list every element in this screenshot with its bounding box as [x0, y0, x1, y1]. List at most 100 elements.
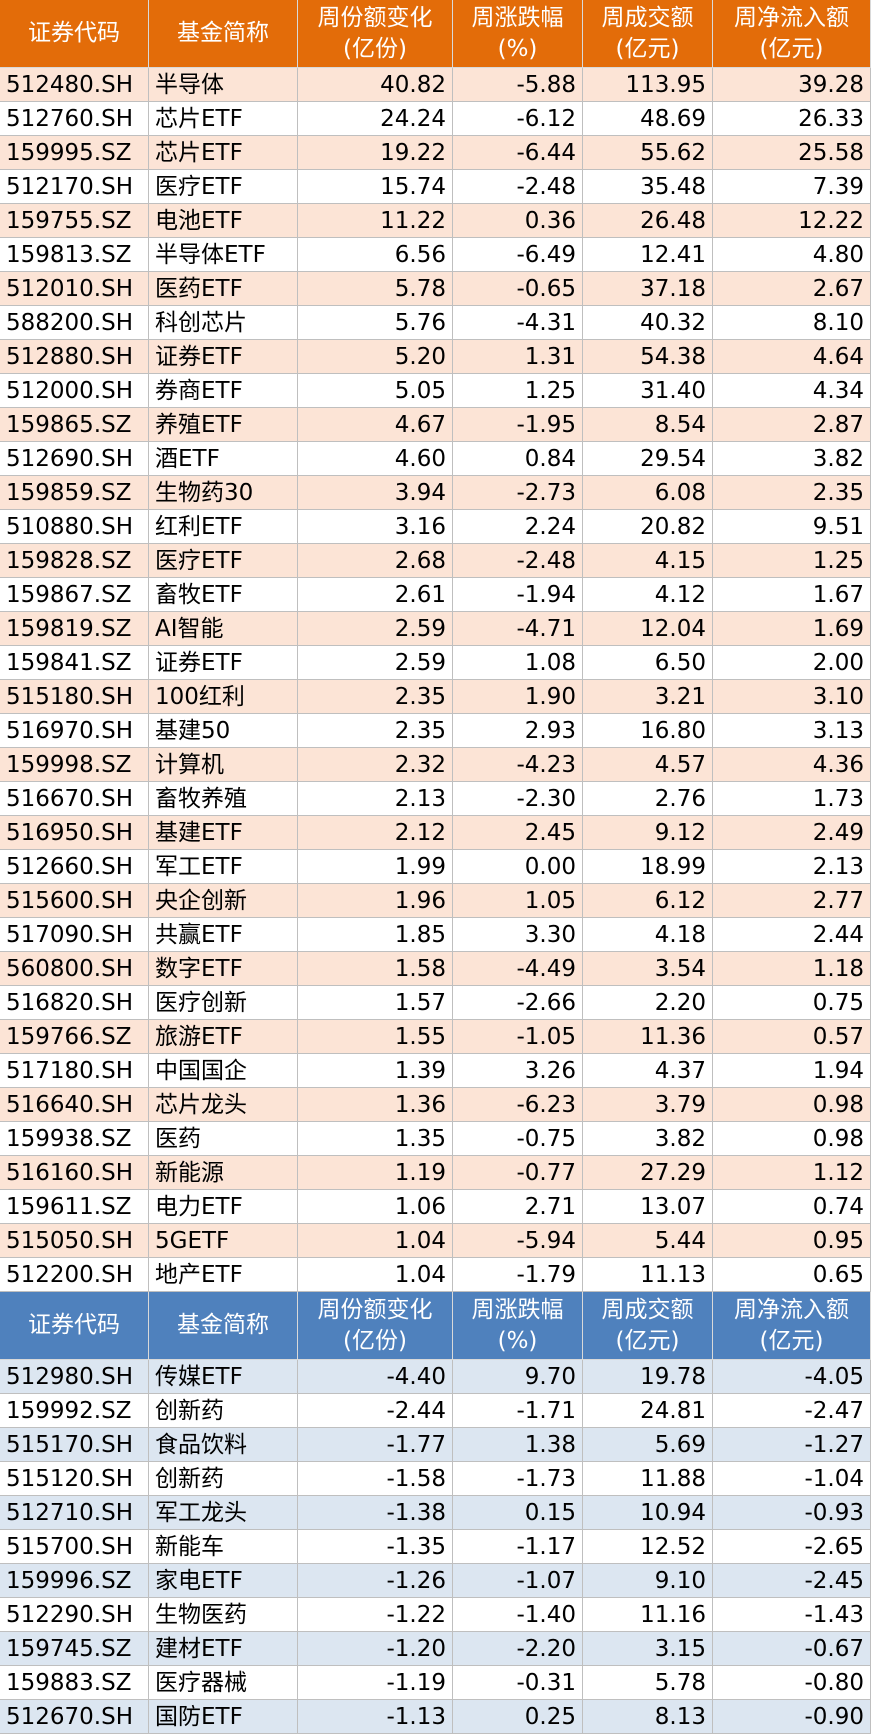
inflow-cell-weekly-turnover[interactable]: 113.95	[583, 68, 713, 102]
inflow-cell-weekly-turnover[interactable]: 13.07	[583, 1190, 713, 1224]
inflow-cell-weekly-turnover[interactable]: 11.36	[583, 1020, 713, 1054]
outflow-cell-weekly-share-change[interactable]: -1.77	[298, 1428, 453, 1462]
inflow-cell-weekly-share-change[interactable]: 2.59	[298, 646, 453, 680]
inflow-cell-weekly-net-inflow[interactable]: 0.75	[713, 986, 871, 1020]
inflow-cell-fund-name[interactable]: 医药	[149, 1122, 298, 1156]
outflow-cell-weekly-turnover[interactable]: 5.78	[583, 1666, 713, 1700]
inflow-cell-weekly-turnover[interactable]: 6.12	[583, 884, 713, 918]
inflow-cell-weekly-share-change[interactable]: 2.68	[298, 544, 453, 578]
outflow-cell-weekly-turnover[interactable]: 9.10	[583, 1564, 713, 1598]
inflow-cell-weekly-return[interactable]: 3.26	[453, 1054, 583, 1088]
inflow-cell-weekly-return[interactable]: -0.75	[453, 1122, 583, 1156]
outflow-cell-weekly-turnover[interactable]: 12.52	[583, 1530, 713, 1564]
outflow-cell-weekly-net-inflow[interactable]: -1.43	[713, 1598, 871, 1632]
inflow-cell-weekly-return[interactable]: 0.36	[453, 204, 583, 238]
inflow-cell-weekly-net-inflow[interactable]: 9.51	[713, 510, 871, 544]
inflow-cell-fund-name[interactable]: 医疗ETF	[149, 170, 298, 204]
inflow-cell-weekly-turnover[interactable]: 18.99	[583, 850, 713, 884]
outflow-cell-fund-name[interactable]: 新能车	[149, 1530, 298, 1564]
inflow-cell-weekly-turnover[interactable]: 2.20	[583, 986, 713, 1020]
inflow-cell-weekly-net-inflow[interactable]: 8.10	[713, 306, 871, 340]
inflow-cell-weekly-share-change[interactable]: 3.16	[298, 510, 453, 544]
inflow-cell-weekly-turnover[interactable]: 6.50	[583, 646, 713, 680]
inflow-cell-weekly-share-change[interactable]: 2.13	[298, 782, 453, 816]
inflow-cell-weekly-return[interactable]: -6.12	[453, 102, 583, 136]
inflow-cell-weekly-net-inflow[interactable]: 1.12	[713, 1156, 871, 1190]
outflow-cell-fund-name[interactable]: 国防ETF	[149, 1700, 298, 1734]
outflow-cell-weekly-share-change[interactable]: -1.13	[298, 1700, 453, 1734]
outflow-cell-weekly-net-inflow[interactable]: -0.80	[713, 1666, 871, 1700]
inflow-cell-weekly-return[interactable]: -4.49	[453, 952, 583, 986]
inflow-cell-fund-name[interactable]: 券商ETF	[149, 374, 298, 408]
inflow-cell-weekly-return[interactable]: 0.84	[453, 442, 583, 476]
outflow-cell-weekly-return[interactable]: -1.73	[453, 1462, 583, 1496]
inflow-cell-weekly-turnover[interactable]: 5.44	[583, 1224, 713, 1258]
inflow-cell-weekly-turnover[interactable]: 26.48	[583, 204, 713, 238]
inflow-header-weekly-return[interactable]: 周涨跌幅 (%)	[453, 0, 583, 68]
inflow-cell-weekly-net-inflow[interactable]: 39.28	[713, 68, 871, 102]
inflow-cell-weekly-net-inflow[interactable]: 4.34	[713, 374, 871, 408]
inflow-cell-weekly-return[interactable]: 2.71	[453, 1190, 583, 1224]
outflow-cell-weekly-net-inflow[interactable]: -0.67	[713, 1632, 871, 1666]
outflow-cell-weekly-turnover[interactable]: 8.13	[583, 1700, 713, 1734]
outflow-cell-weekly-net-inflow[interactable]: -1.04	[713, 1462, 871, 1496]
inflow-cell-fund-name[interactable]: 医药ETF	[149, 272, 298, 306]
inflow-cell-security-code[interactable]: 516160.SH	[0, 1156, 149, 1190]
inflow-cell-weekly-turnover[interactable]: 48.69	[583, 102, 713, 136]
outflow-cell-weekly-net-inflow[interactable]: -4.05	[713, 1360, 871, 1394]
inflow-cell-fund-name[interactable]: 半导体ETF	[149, 238, 298, 272]
inflow-cell-weekly-turnover[interactable]: 54.38	[583, 340, 713, 374]
inflow-cell-security-code[interactable]: 512690.SH	[0, 442, 149, 476]
inflow-cell-security-code[interactable]: 159938.SZ	[0, 1122, 149, 1156]
inflow-cell-weekly-share-change[interactable]: 1.55	[298, 1020, 453, 1054]
inflow-cell-fund-name[interactable]: 红利ETF	[149, 510, 298, 544]
inflow-cell-weekly-net-inflow[interactable]: 0.95	[713, 1224, 871, 1258]
inflow-cell-fund-name[interactable]: 芯片ETF	[149, 136, 298, 170]
inflow-cell-weekly-share-change[interactable]: 1.39	[298, 1054, 453, 1088]
inflow-cell-weekly-net-inflow[interactable]: 0.65	[713, 1258, 871, 1292]
inflow-cell-fund-name[interactable]: 半导体	[149, 68, 298, 102]
inflow-cell-fund-name[interactable]: 中国国企	[149, 1054, 298, 1088]
outflow-header-weekly-turnover[interactable]: 周成交额 (亿元)	[583, 1292, 713, 1360]
inflow-cell-weekly-net-inflow[interactable]: 1.25	[713, 544, 871, 578]
outflow-cell-security-code[interactable]: 512710.SH	[0, 1496, 149, 1530]
outflow-header-weekly-net-inflow[interactable]: 周净流入额 (亿元)	[713, 1292, 871, 1360]
outflow-cell-weekly-return[interactable]: 0.15	[453, 1496, 583, 1530]
outflow-cell-security-code[interactable]: 515170.SH	[0, 1428, 149, 1462]
outflow-cell-security-code[interactable]: 512670.SH	[0, 1700, 149, 1734]
inflow-cell-weekly-turnover[interactable]: 4.18	[583, 918, 713, 952]
inflow-cell-weekly-net-inflow[interactable]: 1.69	[713, 612, 871, 646]
outflow-cell-weekly-net-inflow[interactable]: -2.65	[713, 1530, 871, 1564]
inflow-cell-weekly-share-change[interactable]: 1.36	[298, 1088, 453, 1122]
outflow-cell-weekly-share-change[interactable]: -1.38	[298, 1496, 453, 1530]
inflow-cell-fund-name[interactable]: 旅游ETF	[149, 1020, 298, 1054]
inflow-cell-weekly-share-change[interactable]: 1.35	[298, 1122, 453, 1156]
inflow-cell-fund-name[interactable]: 科创芯片	[149, 306, 298, 340]
inflow-cell-fund-name[interactable]: AI智能	[149, 612, 298, 646]
inflow-cell-weekly-net-inflow[interactable]: 1.94	[713, 1054, 871, 1088]
inflow-cell-weekly-return[interactable]: 2.24	[453, 510, 583, 544]
outflow-cell-weekly-return[interactable]: -1.17	[453, 1530, 583, 1564]
inflow-cell-security-code[interactable]: 560800.SH	[0, 952, 149, 986]
inflow-cell-weekly-turnover[interactable]: 40.32	[583, 306, 713, 340]
inflow-cell-weekly-turnover[interactable]: 11.13	[583, 1258, 713, 1292]
outflow-cell-weekly-turnover[interactable]: 10.94	[583, 1496, 713, 1530]
outflow-cell-weekly-net-inflow[interactable]: -0.93	[713, 1496, 871, 1530]
outflow-cell-weekly-return[interactable]: -2.20	[453, 1632, 583, 1666]
inflow-cell-weekly-share-change[interactable]: 1.19	[298, 1156, 453, 1190]
outflow-cell-weekly-turnover[interactable]: 11.88	[583, 1462, 713, 1496]
outflow-cell-weekly-net-inflow[interactable]: -0.90	[713, 1700, 871, 1734]
inflow-cell-security-code[interactable]: 159813.SZ	[0, 238, 149, 272]
inflow-cell-weekly-turnover[interactable]: 4.15	[583, 544, 713, 578]
inflow-cell-weekly-turnover[interactable]: 6.08	[583, 476, 713, 510]
outflow-cell-security-code[interactable]: 512980.SH	[0, 1360, 149, 1394]
inflow-cell-weekly-net-inflow[interactable]: 12.22	[713, 204, 871, 238]
inflow-cell-security-code[interactable]: 159766.SZ	[0, 1020, 149, 1054]
inflow-cell-weekly-net-inflow[interactable]: 25.58	[713, 136, 871, 170]
inflow-cell-weekly-return[interactable]: 2.93	[453, 714, 583, 748]
inflow-cell-weekly-turnover[interactable]: 4.12	[583, 578, 713, 612]
outflow-cell-weekly-share-change[interactable]: -1.58	[298, 1462, 453, 1496]
inflow-cell-weekly-net-inflow[interactable]: 2.49	[713, 816, 871, 850]
inflow-cell-weekly-share-change[interactable]: 19.22	[298, 136, 453, 170]
inflow-cell-weekly-return[interactable]: -2.73	[453, 476, 583, 510]
